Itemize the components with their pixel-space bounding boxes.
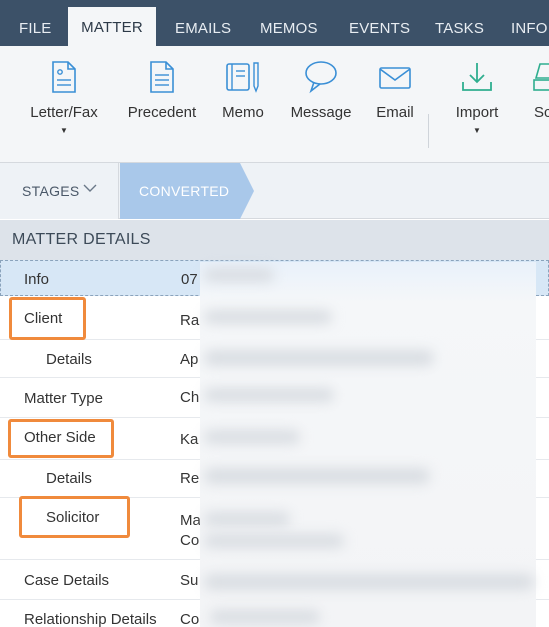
solicitor-highlight-box: [19, 496, 130, 538]
stages-dropdown[interactable]: STAGES: [0, 163, 119, 219]
email-button[interactable]: Email: [368, 46, 422, 163]
row-value-line-2: Co: [180, 532, 200, 549]
download-icon: [460, 60, 494, 99]
scanner-icon: [532, 60, 549, 99]
tab-info[interactable]: INFO: [511, 0, 548, 46]
row-value: Ch: [180, 389, 200, 406]
ribbon-toolbar: Letter/Fax ▼ Precedent Memo Message Emai…: [0, 46, 549, 163]
row-label: Case Details: [24, 572, 110, 589]
row-value: 07: [181, 271, 198, 288]
import-label: Import: [455, 104, 499, 121]
row-label: Info: [24, 271, 50, 288]
memo-button[interactable]: Memo: [215, 46, 271, 163]
letter-icon: [49, 60, 79, 99]
tab-memos[interactable]: MEMOS: [260, 0, 318, 46]
scan-label: Sc: [534, 104, 549, 121]
envelope-icon: [378, 60, 412, 99]
document-icon: [148, 60, 176, 99]
precedent-label: Precedent: [127, 104, 197, 121]
chevron-down-icon: ▼: [473, 126, 481, 135]
row-value: Ka: [180, 431, 199, 448]
memo-icon: [225, 60, 261, 99]
import-button[interactable]: Import ▼: [446, 46, 508, 163]
row-value: Co: [180, 611, 200, 627]
client-highlight-box: [9, 297, 86, 340]
tab-events[interactable]: EVENTS: [349, 0, 410, 46]
stages-label: STAGES: [22, 183, 80, 199]
tab-tasks[interactable]: TASKS: [435, 0, 484, 46]
row-label: Details: [46, 351, 92, 368]
ribbon-tab-bar: FILE MATTER EMAILS MEMOS EVENTS TASKS IN…: [0, 0, 549, 46]
row-value: Su: [180, 572, 199, 589]
row-value: Ma: [180, 512, 201, 529]
row-value: Ap: [180, 351, 199, 368]
converted-stage-label[interactable]: CONVERTED: [139, 183, 229, 199]
letter-fax-button[interactable]: Letter/Fax ▼: [20, 46, 108, 163]
redacted-values-overlay: [200, 262, 536, 627]
row-label: Relationship Details: [24, 611, 157, 627]
chevron-down-icon: ▼: [60, 126, 68, 135]
stages-bar: STAGES: [0, 163, 549, 219]
row-label: Matter Type: [24, 390, 103, 407]
chevron-down-icon: [82, 180, 98, 199]
row-value: Ra: [180, 312, 200, 329]
speech-bubble-icon: [303, 60, 339, 99]
email-label: Email: [376, 104, 414, 121]
ribbon-separator: [428, 114, 429, 148]
matter-details-title: MATTER DETAILS: [12, 231, 151, 248]
memo-label: Memo: [222, 104, 264, 121]
scan-button[interactable]: Sc: [528, 46, 549, 163]
tab-file[interactable]: FILE: [19, 0, 51, 46]
other-side-highlight-box: [8, 419, 114, 458]
letter-fax-label: Letter/Fax: [30, 104, 98, 121]
row-value: Re: [180, 470, 200, 487]
tab-emails[interactable]: EMAILS: [175, 0, 231, 46]
message-button[interactable]: Message: [286, 46, 356, 163]
precedent-button[interactable]: Precedent: [122, 46, 202, 163]
tab-matter[interactable]: MATTER: [68, 7, 156, 46]
message-label: Message: [290, 104, 352, 121]
row-label: Details: [46, 470, 92, 487]
